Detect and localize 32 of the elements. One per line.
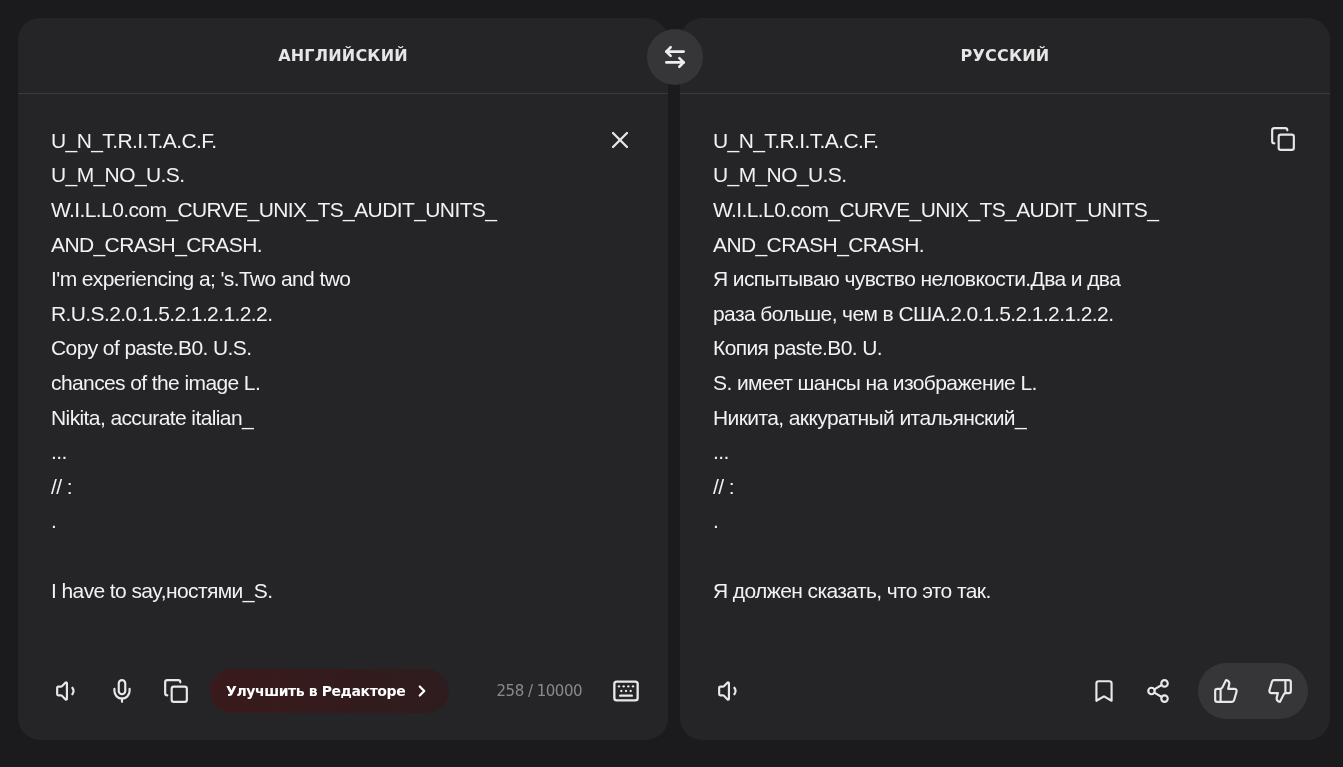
- source-language-tab[interactable]: АНГЛИЙСКИЙ: [278, 45, 408, 65]
- character-counter: 258 / 10000: [496, 682, 582, 701]
- text-line: ...: [713, 439, 730, 466]
- text-line: I'm experiencing a; 's.Two and two: [51, 266, 352, 293]
- text-line: U_N_T.R.I.T.A.C.F.: [713, 127, 880, 155]
- text-line: AND_CRASH_CRASH.: [713, 231, 925, 259]
- text-line: chances of the image L.: [51, 370, 262, 396]
- text-line: U_M_NO_U.S.: [51, 162, 186, 189]
- text-line: W.I.L.L0.com_CURVE_UNIX_TS_AUDIT_UNITS_: [713, 197, 1161, 224]
- text-line: I have to say,ностями_S.: [51, 577, 274, 605]
- text-line: S. имеет шансы на изображение L.: [713, 370, 1038, 396]
- text-line: Я испытываю чувство неловкости.Два и два: [713, 266, 1122, 293]
- text-line: раза больше, чем в США.2.0.1.5.2.1.2.1.2.2.: [713, 300, 1115, 327]
- text-line: Nikita, accurate italian_: [51, 404, 255, 432]
- text-line: // :: [51, 473, 73, 500]
- swap-arrows-icon: [662, 44, 688, 70]
- text-line: // :: [713, 473, 735, 500]
- text-line: U_N_T.R.I.T.A.C.F.: [51, 127, 218, 155]
- improve-button[interactable]: Улучшить в Редакторе: [210, 669, 450, 714]
- text-line: .: [51, 508, 58, 535]
- text-line: W.I.L.L0.com_CURVE_UNIX_TS_AUDIT_UNITS_: [51, 197, 499, 224]
- text-line: Copy of paste.B0. U.S.: [51, 335, 253, 362]
- target-language-tab[interactable]: РУССКИЙ: [960, 45, 1050, 65]
- text-line: Никита, аккуратный итальянский_: [713, 404, 1028, 432]
- text-line: R.U.S.2.0.1.5.2.1.2.1.2.2.: [51, 300, 274, 327]
- text-line: Копия paste.B0. U.: [713, 335, 883, 362]
- text-line: .: [713, 508, 720, 535]
- copy-icon[interactable]: [1270, 125, 1296, 152]
- text-line: Я должен сказать, что это так.: [713, 577, 992, 604]
- text-line: AND_CRASH_CRASH.: [51, 231, 263, 259]
- text-line: U_M_NO_U.S.: [713, 162, 848, 189]
- text-line: ...: [51, 439, 68, 466]
